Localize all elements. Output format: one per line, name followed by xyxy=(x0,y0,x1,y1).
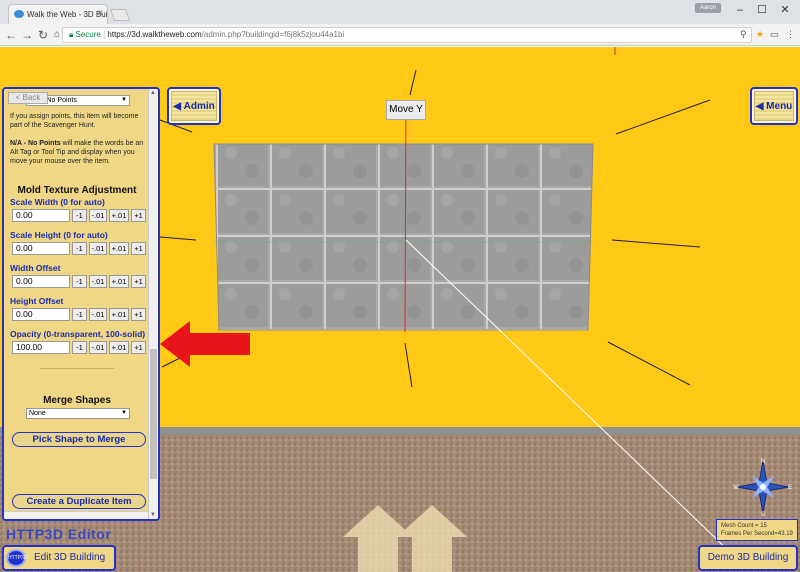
extension-icon[interactable]: ▭ xyxy=(770,29,779,40)
scale-width-plus1[interactable]: +1 xyxy=(131,209,146,222)
opacity-minus1[interactable]: -1 xyxy=(72,341,87,354)
opacity-plus001[interactable]: +.01 xyxy=(109,341,129,354)
favicon-icon xyxy=(14,10,24,18)
width-offset-minus1[interactable]: -1 xyxy=(72,275,87,288)
duplicate-item-button[interactable]: Create a Duplicate Item xyxy=(12,494,146,509)
width-offset-minus001[interactable]: -.01 xyxy=(89,275,107,288)
width-offset-label: Width Offset xyxy=(10,263,61,273)
maximize-button[interactable]: ☐ xyxy=(752,2,772,18)
width-offset-plus1[interactable]: +1 xyxy=(131,275,146,288)
width-offset-input[interactable]: 0.00 xyxy=(12,275,70,288)
scroll-thumb[interactable] xyxy=(150,349,157,479)
address-bar[interactable]: 🔒︎ Secure | https://3d.walktheweb.com/ad… xyxy=(62,27,752,43)
edit-panel: N/A - No Points ▼ < Back If you assign po… xyxy=(2,87,160,521)
scale-width-plus001[interactable]: +.01 xyxy=(109,209,129,222)
scroll-up-icon[interactable]: ▲ xyxy=(150,90,156,96)
browser-tab[interactable]: Walk the Web - 3D Buildi × xyxy=(8,4,108,24)
mesh-count: Mesh Count = 15 xyxy=(721,523,767,529)
admin-label: Admin xyxy=(183,100,215,112)
browser-toolbar: ← → ↻ ⌂ 🔒︎ Secure | https://3d.walkthewe… xyxy=(0,24,800,46)
admin-button[interactable]: ◀ Admin xyxy=(167,87,221,125)
scroll-down-icon[interactable]: ▼ xyxy=(150,512,156,518)
close-window-button[interactable]: ✕ xyxy=(775,2,795,18)
forward-arrow-icon[interactable]: → xyxy=(20,27,34,43)
3d-viewport[interactable]: ◀ Admin ◀ Menu Move Y N/A - No Points ▼ <… xyxy=(0,47,800,572)
compass-w: W xyxy=(733,485,739,491)
no-points-bold: N/A - No Points xyxy=(10,140,61,147)
scale-height-plus1[interactable]: +1 xyxy=(131,242,146,255)
height-offset-plus001[interactable]: +.01 xyxy=(109,308,129,321)
pick-shape-button[interactable]: Pick Shape to Merge xyxy=(12,432,146,447)
merge-select[interactable]: None ▼ xyxy=(26,408,130,419)
admin-chevron-icon: ◀ xyxy=(173,100,184,112)
dropdown-arrow-icon: ▼ xyxy=(121,97,127,103)
scale-height-label: Scale Height (0 for auto) xyxy=(10,230,108,240)
edit-building-label: Edit 3D Building xyxy=(34,552,106,563)
height-offset-minus001[interactable]: -.01 xyxy=(89,308,107,321)
tab-close-icon[interactable]: × xyxy=(97,8,103,19)
opacity-minus001[interactable]: -.01 xyxy=(89,341,107,354)
mold-texture-title: Mold Texture Adjustment xyxy=(17,185,137,196)
height-offset-plus1[interactable]: +1 xyxy=(131,308,146,321)
new-tab-button[interactable] xyxy=(109,9,131,21)
back-button[interactable]: < Back xyxy=(8,92,48,104)
compass-e: E xyxy=(788,485,792,491)
url-path: /admin.php?buildingid=f6j8k5zjou44a1bi xyxy=(201,30,345,39)
tab-title: Walk the Web - 3D Buildi xyxy=(27,10,108,19)
move-y-button[interactable]: Move Y xyxy=(386,100,426,120)
dropdown-arrow-icon: ▼ xyxy=(121,410,127,416)
horizontal-scrollbar[interactable] xyxy=(4,511,150,519)
reload-icon[interactable]: ↻ xyxy=(36,27,50,43)
location-icon[interactable]: ⚲ xyxy=(740,29,747,40)
compass-n: N xyxy=(761,459,765,465)
scale-width-minus001[interactable]: -.01 xyxy=(89,209,107,222)
compass-icon[interactable]: N S E W xyxy=(733,457,793,517)
scale-width-minus1[interactable]: -1 xyxy=(72,209,87,222)
profile-badge[interactable]: Aaron xyxy=(695,3,721,13)
edit-building-button[interactable]: HTTP3D Edit 3D Building xyxy=(2,545,116,571)
browser-tab-bar: Walk the Web - 3D Buildi × Aaron – ☐ ✕ xyxy=(0,0,800,24)
back-arrow-icon[interactable]: ← xyxy=(4,27,18,43)
points-info-text: If you assign points, this item will bec… xyxy=(10,113,139,129)
minimize-button[interactable]: – xyxy=(730,2,750,18)
menu-button[interactable]: ◀ Menu xyxy=(750,87,798,125)
scale-height-minus001[interactable]: -.01 xyxy=(89,242,107,255)
red-pointer-arrow xyxy=(160,321,250,367)
scale-height-minus1[interactable]: -1 xyxy=(72,242,87,255)
height-offset-minus1[interactable]: -1 xyxy=(72,308,87,321)
scale-height-plus001[interactable]: +.01 xyxy=(109,242,129,255)
height-offset-label: Height Offset xyxy=(10,296,64,306)
no-points-info-text: N/A - No Points will make the words be a… xyxy=(10,139,146,166)
menu-label: Menu xyxy=(766,100,793,112)
editor-title: HTTP3D Editor xyxy=(6,526,112,542)
opacity-input[interactable]: 100.00 xyxy=(12,341,70,354)
bookmark-star-icon[interactable]: ★ xyxy=(756,29,764,40)
vertical-scrollbar[interactable]: ▲ ▼ xyxy=(148,89,158,519)
secure-label: Secure xyxy=(75,30,101,39)
kebab-menu-icon[interactable]: ⋮ xyxy=(786,29,795,40)
width-offset-plus001[interactable]: +.01 xyxy=(109,275,129,288)
http3d-logo-icon: HTTP3D xyxy=(6,549,27,567)
menu-chevron-icon: ◀ xyxy=(755,100,767,112)
height-offset-input[interactable]: 0.00 xyxy=(12,308,70,321)
url-host: https://3d.walktheweb.com xyxy=(107,30,202,39)
scale-height-input[interactable]: 0.00 xyxy=(12,242,70,255)
scale-width-input[interactable]: 0.00 xyxy=(12,209,70,222)
stats-box: Mesh Count = 15 Frames Per Second=43.19 xyxy=(716,519,798,541)
merge-selected-value: None xyxy=(29,410,46,417)
demo-building-button[interactable]: Demo 3D Building xyxy=(698,545,798,571)
compass-s: S xyxy=(761,512,765,517)
opacity-plus1[interactable]: +1 xyxy=(131,341,146,354)
scale-width-label: Scale Width (0 for auto) xyxy=(10,197,105,207)
opacity-label: Opacity (0-transparent, 100-solid) xyxy=(10,329,146,339)
divider xyxy=(40,368,114,369)
fps-readout: Frames Per Second=43.19 xyxy=(721,531,793,537)
tiled-mold-panel[interactable] xyxy=(213,143,594,331)
merge-shapes-title: Merge Shapes xyxy=(43,395,111,406)
